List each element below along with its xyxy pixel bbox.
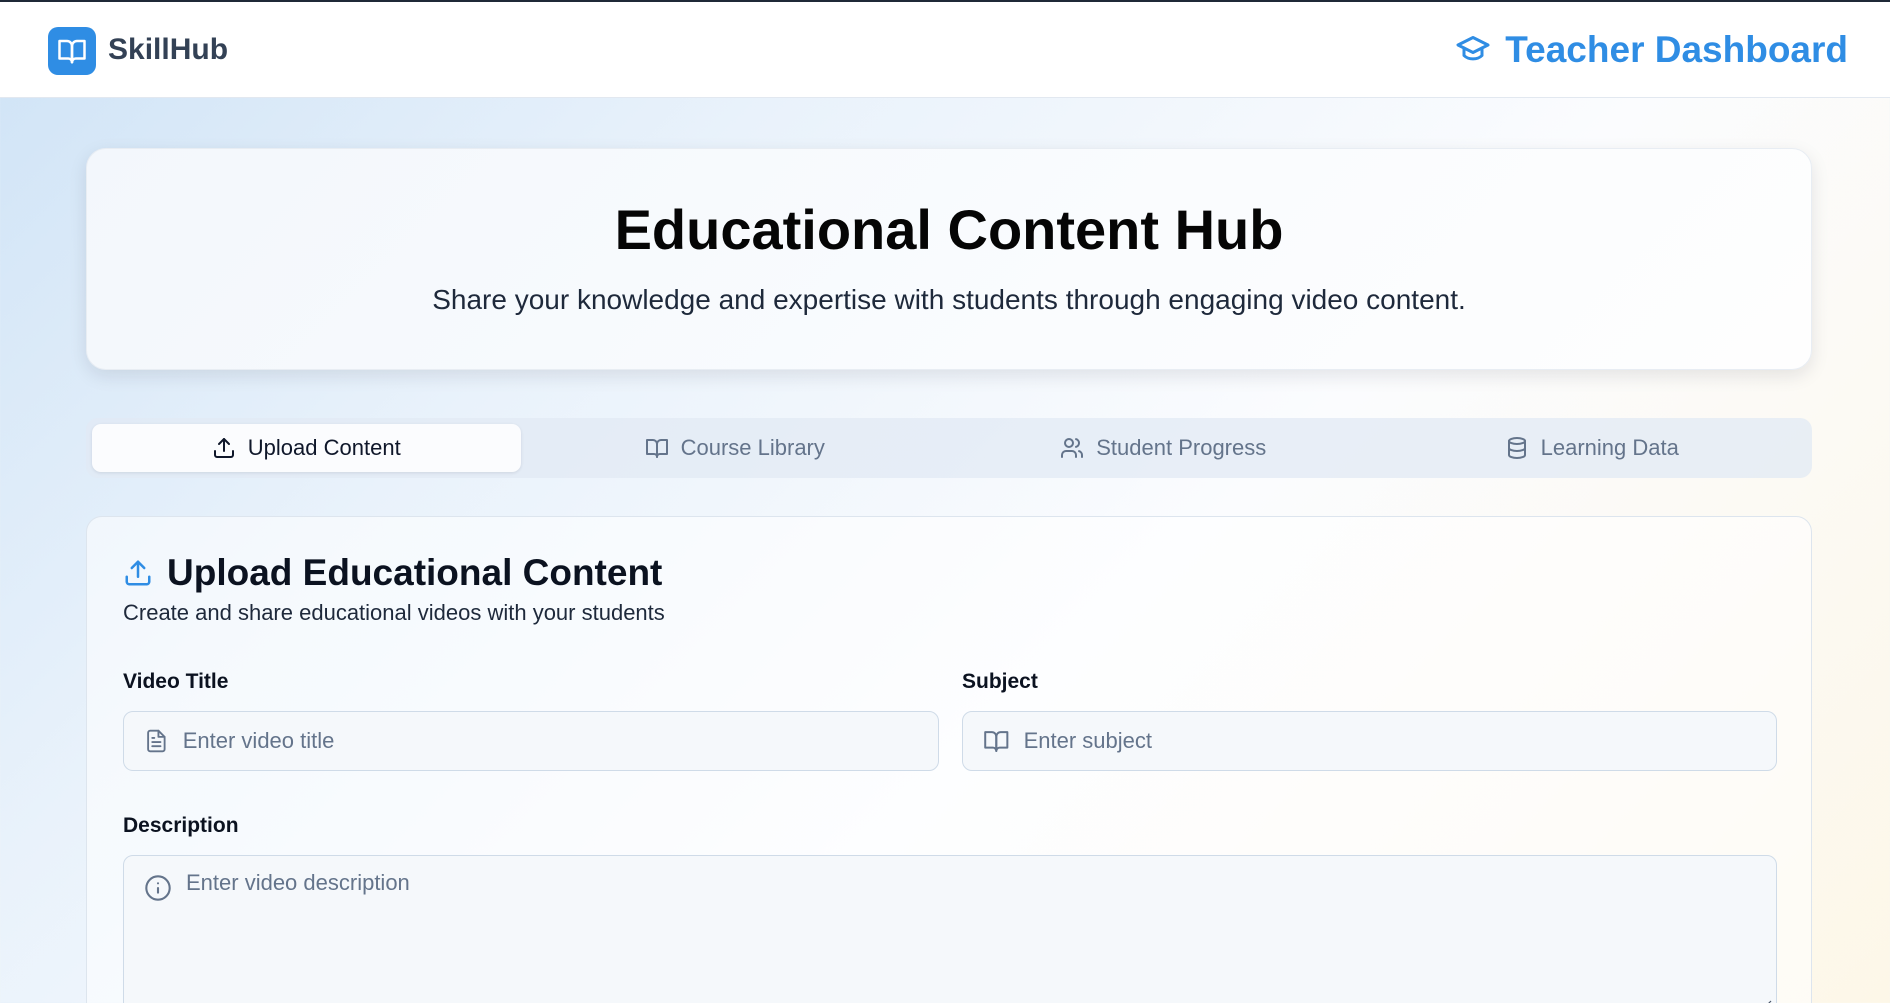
- book-open-icon: [645, 439, 668, 458]
- upload-form-card: Upload Educational Content Create and sh…: [86, 516, 1812, 1003]
- top-header: SkillHub Teacher Dashboard: [0, 2, 1890, 98]
- app-name[interactable]: SkillHub: [108, 32, 228, 68]
- resize-handle-icon[interactable]: [1760, 998, 1772, 1003]
- video-title-field[interactable]: [123, 711, 939, 771]
- tab-label: Course Library: [680, 435, 825, 460]
- tab-label: Learning Data: [1540, 435, 1679, 460]
- tab-label: Student Progress: [1096, 435, 1267, 460]
- tab-learning-data[interactable]: Learning Data: [1378, 424, 1807, 472]
- book-open-icon: [984, 731, 1009, 752]
- description-input[interactable]: [186, 870, 1756, 1000]
- graduation-cap-icon: [1455, 30, 1491, 71]
- description-field[interactable]: [123, 855, 1777, 1003]
- tab-student-progress[interactable]: Student Progress: [949, 424, 1378, 472]
- description-label: Description: [123, 814, 239, 837]
- tab-upload-content[interactable]: Upload Content: [92, 424, 521, 472]
- dashboard-title: Teacher Dashboard: [1505, 29, 1848, 70]
- form-header: Upload Educational Content: [123, 551, 662, 595]
- info-icon: [145, 875, 171, 901]
- tab-label: Upload Content: [247, 435, 401, 460]
- tab-course-library[interactable]: Course Library: [521, 424, 950, 472]
- upload-icon: [125, 560, 151, 586]
- page-subtitle: Share your knowledge and expertise with …: [432, 284, 1466, 315]
- subject-label: Subject: [962, 670, 1038, 693]
- dashboard-title-group: Teacher Dashboard: [1455, 28, 1848, 72]
- database-icon: [1507, 437, 1526, 459]
- tab-bar: Upload Content Course Library Student Pr…: [86, 418, 1812, 478]
- form-title: Upload Educational Content: [167, 552, 663, 593]
- logo-book-icon[interactable]: [48, 27, 96, 75]
- subject-field[interactable]: [962, 711, 1777, 771]
- video-title-input[interactable]: [182, 728, 938, 754]
- form-subtitle: Create and share educational videos with…: [123, 600, 665, 625]
- video-title-label: Video Title: [123, 670, 229, 693]
- users-icon: [1061, 438, 1084, 458]
- page-title: Educational Content Hub: [614, 198, 1284, 261]
- upload-icon: [213, 438, 234, 458]
- hero-card: Educational Content Hub Share your knowl…: [86, 148, 1812, 370]
- file-text-icon: [147, 729, 166, 753]
- subject-input[interactable]: [1023, 728, 1776, 754]
